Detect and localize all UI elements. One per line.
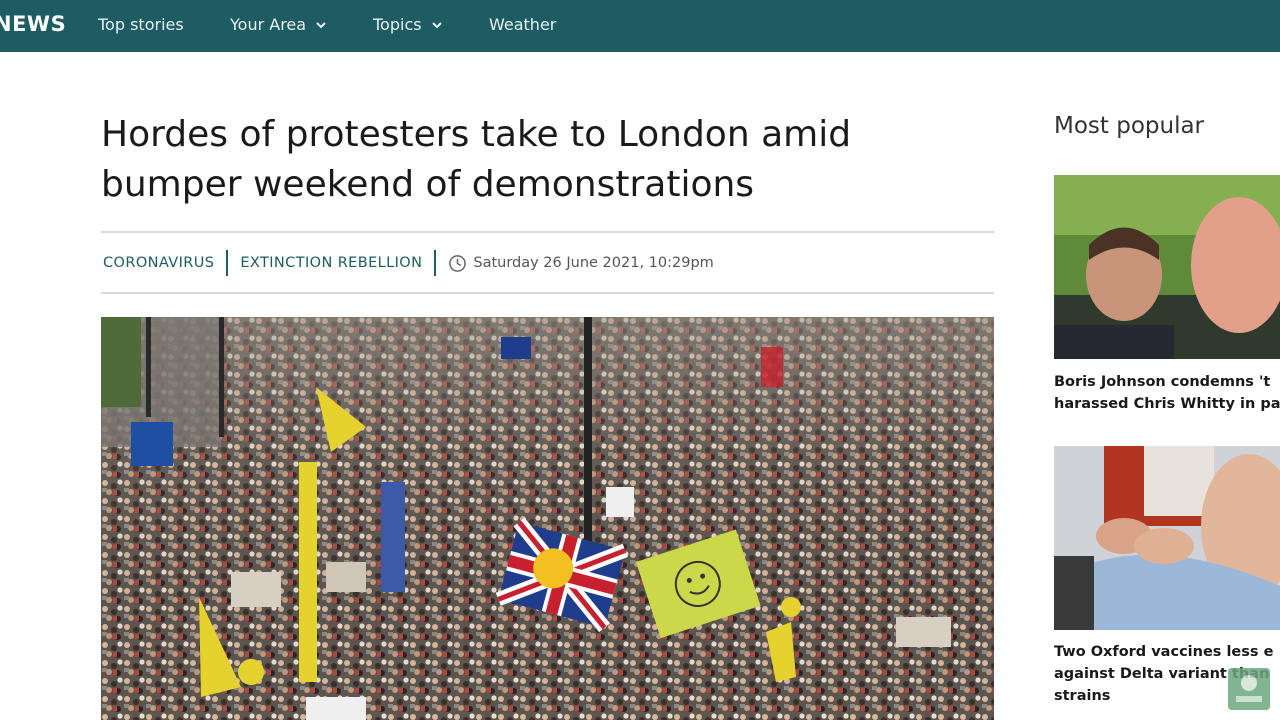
article-timestamp: Saturday 26 June 2021, 10:29pm: [473, 255, 714, 271]
caption-line: Boris Johnson condemns 't: [1054, 374, 1271, 390]
vaccination-photo: [1054, 446, 1280, 630]
divider: [226, 250, 229, 276]
two-men-photo: [1054, 175, 1280, 359]
hero-image[interactable]: [101, 317, 994, 720]
channel-watermark: [1228, 668, 1270, 710]
chevron-down-icon: [431, 21, 442, 28]
divider: [101, 231, 994, 233]
protest-crowd-photo: [101, 317, 994, 720]
divider: [101, 292, 994, 294]
nav-label: Your Area: [230, 15, 307, 34]
story-caption[interactable]: Boris Johnson condemns 't harassed Chris…: [1054, 371, 1280, 415]
story-thumbnail[interactable]: [1054, 446, 1280, 630]
nav-label: Weather: [489, 15, 557, 34]
nav-top-stories[interactable]: Top stories: [98, 15, 184, 34]
chevron-down-icon: [316, 21, 326, 28]
brand-logo[interactable]: NEWS: [0, 12, 66, 36]
article-meta: CORONAVIRUS EXTINCTION REBELLION Saturda…: [101, 248, 714, 278]
nav-label: Top stories: [98, 15, 184, 34]
nav-your-area[interactable]: Your Area: [230, 15, 328, 34]
caption-line: harassed Chris Whitty in pa: [1054, 396, 1280, 412]
tag-coronavirus[interactable]: CORONAVIRUS: [103, 255, 214, 271]
clock-icon: [449, 254, 467, 272]
article-headline: Hordes of protesters take to London amid…: [101, 114, 852, 205]
nav-weather[interactable]: Weather: [489, 15, 556, 34]
watermark-logo: [1228, 668, 1270, 710]
caption-line: Two Oxford vaccines less e: [1054, 644, 1274, 660]
nav-label: Topics: [373, 15, 422, 34]
divider: [434, 250, 437, 276]
most-popular-title: Most popular: [1054, 113, 1205, 139]
nav-topics[interactable]: Topics: [373, 15, 444, 34]
top-nav-bar: NEWS Top stories Your Area Topics Weathe…: [0, 0, 1280, 52]
tag-extinction-rebellion[interactable]: EXTINCTION REBELLION: [240, 255, 422, 271]
story-thumbnail[interactable]: [1054, 175, 1280, 359]
